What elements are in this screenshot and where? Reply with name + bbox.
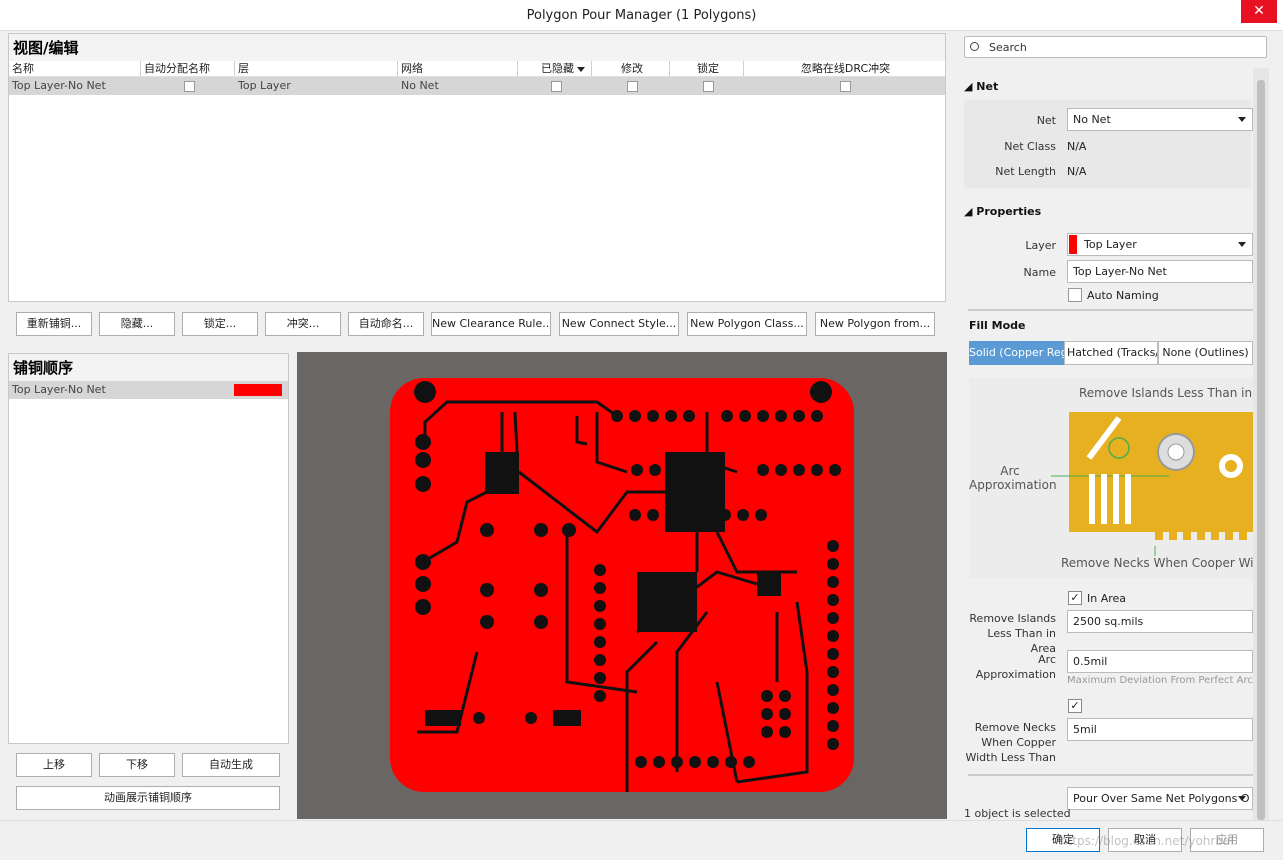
pour-order-panel: 铺铜顺序 Top Layer-No Net [8,353,289,744]
divider [968,309,1253,311]
netlength-value: N/A [1067,165,1087,178]
polygon-table-header: 名称 自动分配名称 层 网络 已隐藏 修改 锁定 忽略在线DRC冲突 [9,61,945,77]
remove-necks-label: Remove Necks When Copper Width Less Than [965,721,1056,764]
window-title: Polygon Pour Manager (1 Polygons) [526,8,757,23]
properties-panel: Search ◢ Net Net No Net Net Class N/A Ne… [956,32,1272,824]
selection-status: 1 object is selected [964,807,1071,820]
conflict-button[interactable]: 冲突... [265,312,341,336]
col-auto-name[interactable]: 自动分配名称 [141,61,235,76]
arc-approx-label: Arc Approximation [975,653,1056,681]
chevron-down-icon [1238,242,1246,247]
locked-checkbox[interactable] [703,80,714,92]
fill-mode-label: Fill Mode [969,319,1026,332]
view-edit-title: 视图/编辑 [9,34,945,61]
row-net: No Net [401,79,439,92]
diagram-islands-label: Remove Islands Less Than in Area [1079,386,1253,400]
fill-hatched-tab[interactable]: Hatched (Tracks/Ar [1064,341,1158,365]
netlength-label: Net Length [995,165,1056,178]
pour-order-color-swatch [234,384,282,396]
properties-section-header[interactable]: ◢ Properties [964,205,1041,218]
col-ignore-drc[interactable]: 忽略在线DRC冲突 [744,61,944,76]
arc-approx-input[interactable]: 0.5mil [1067,650,1253,673]
col-net[interactable]: 网络 [398,61,518,76]
remove-islands-label: Remove Islands Less Than in Area [969,612,1056,655]
col-hidden[interactable]: 已隐藏 [518,61,592,76]
netclass-label: Net Class [1004,140,1056,153]
col-name[interactable]: 名称 [9,61,141,76]
row-layer: Top Layer [238,79,291,92]
pour-order-item[interactable]: Top Layer-No Net [9,381,288,399]
remove-necks-checkbox[interactable]: ✓ [1068,699,1082,713]
row-name: Top Layer-No Net [12,79,106,92]
new-polygon-from-button[interactable]: New Polygon from... [815,312,935,336]
arc-approx-hint: Maximum Deviation From Perfect Arc [1067,675,1253,686]
fill-none-tab[interactable]: None (Outlines) [1158,341,1253,365]
chevron-down-icon [1238,117,1246,122]
auto-naming-checkbox[interactable] [1068,288,1082,302]
new-connect-style-button[interactable]: New Connect Style... [559,312,679,336]
pcb-board-image [390,378,854,792]
in-area-checkbox[interactable]: ✓ [1068,591,1082,605]
vertical-scrollbar[interactable] [1253,68,1269,824]
animate-pour-order-button[interactable]: 动画展示铺铜顺序 [16,786,280,810]
search-placeholder: Search [989,41,1027,54]
diagram-arc-label: Arc Approximation [969,464,1057,492]
col-locked[interactable]: 锁定 [670,61,744,76]
close-button[interactable]: ✕ [1241,0,1277,23]
diagram-necks-label: Remove Necks When Cooper Width [1061,556,1253,570]
layer-label: Layer [1025,239,1056,252]
net-section-header[interactable]: ◢ Net [964,80,998,93]
net-select[interactable]: No Net [1067,108,1253,131]
view-edit-panel: 视图/编辑 名称 自动分配名称 层 网络 已隐藏 修改 锁定 忽略在线DRC冲突… [8,33,946,302]
move-up-button[interactable]: 上移 [16,753,92,777]
sort-down-icon [577,67,585,72]
remove-necks-input[interactable]: 5mil [1067,718,1253,741]
window-title-bar: Polygon Pour Manager (1 Polygons) [0,0,1283,31]
pour-order-title: 铺铜顺序 [9,354,288,381]
pour-over-select[interactable]: Pour Over Same Net Polygons O [1067,787,1253,810]
watermark: https://blog.csdn.net/yohrbai [1060,834,1234,848]
hidden-checkbox[interactable] [551,80,562,92]
auto-naming-label: Auto Naming [1087,289,1159,302]
col-layer[interactable]: 层 [235,61,398,76]
polygon-table-row[interactable]: Top Layer-No Net Top Layer No Net [9,77,945,95]
lock-button[interactable]: 锁定... [182,312,258,336]
name-label: Name [1023,266,1056,279]
auto-name-checkbox[interactable] [184,80,195,92]
name-input[interactable]: Top Layer-No Net [1067,260,1253,283]
layer-select[interactable]: Top Layer [1067,233,1253,256]
divider [968,774,1253,776]
modified-checkbox[interactable] [627,80,638,92]
pcb-preview[interactable] [297,352,947,819]
scrollbar-thumb[interactable] [1257,80,1265,820]
repour-button[interactable]: 重新铺铜... [16,312,92,336]
chevron-down-icon [1238,796,1246,801]
search-icon [970,42,979,51]
auto-name-button[interactable]: 自动命名... [348,312,424,336]
new-clearance-rule-button[interactable]: New Clearance Rule... [431,312,551,336]
netclass-value: N/A [1067,140,1087,153]
new-polygon-class-button[interactable]: New Polygon Class... [687,312,807,336]
remove-islands-input[interactable]: 2500 sq.mils [1067,610,1253,633]
layer-color-swatch [1069,235,1077,254]
net-label: Net [1036,114,1056,127]
in-area-label: In Area [1087,592,1127,605]
ignore-drc-checkbox[interactable] [840,80,851,92]
fill-solid-tab[interactable]: Solid (Copper Regi [969,341,1064,365]
pour-order-item-label: Top Layer-No Net [12,383,106,396]
fill-mode-diagram: Remove Islands Less Than in Area Arc App… [969,378,1253,578]
hide-button[interactable]: 隐藏... [99,312,175,336]
move-down-button[interactable]: 下移 [99,753,175,777]
search-input[interactable]: Search [964,36,1267,58]
col-modified[interactable]: 修改 [592,61,670,76]
auto-generate-button[interactable]: 自动生成 [182,753,280,777]
